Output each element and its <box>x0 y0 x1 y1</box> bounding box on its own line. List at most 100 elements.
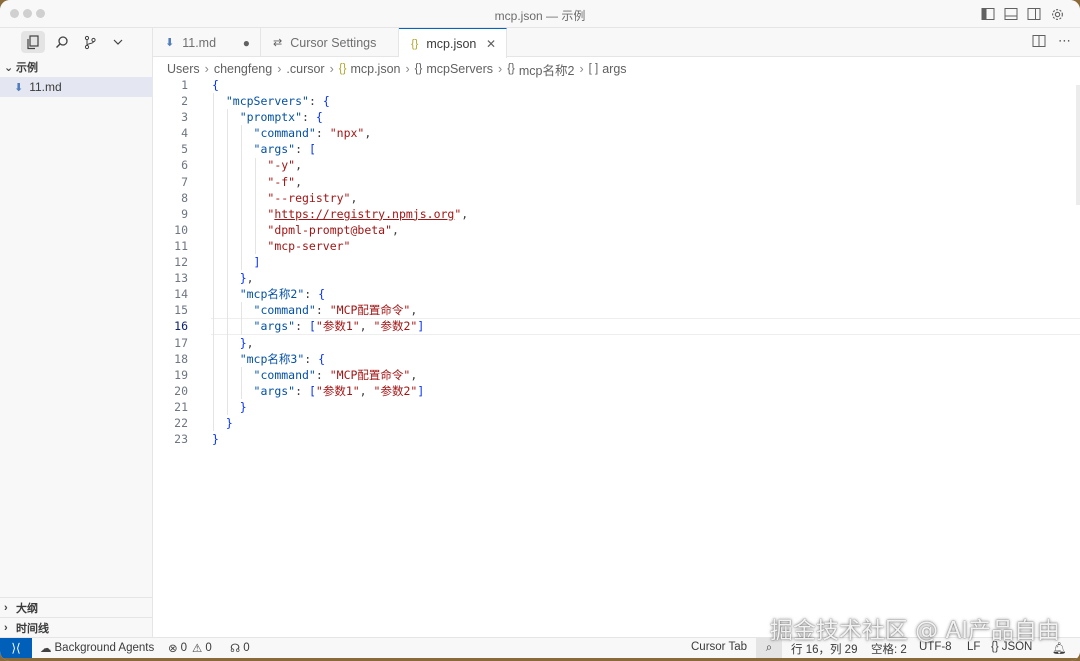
line-text: "https://registry.npmjs.org", <box>267 206 469 221</box>
tab-mcp-json[interactable]: {} mcp.json ✕ <box>399 28 507 58</box>
code-line[interactable]: 23} <box>153 431 1080 447</box>
activity-bar <box>0 28 153 56</box>
tab-label: 11.md <box>182 35 217 50</box>
code-line[interactable]: 5 "args": [ <box>153 141 1080 157</box>
tab-cursor-settings[interactable]: ⇄ Cursor Settings <box>261 28 399 57</box>
object-braces-icon: {} <box>507 63 515 75</box>
line-text: "mcp名称3": { <box>239 351 326 366</box>
code-line[interactable]: 15 "command": "MCP配置命令", <box>153 302 1080 318</box>
chevron-right-icon: › <box>498 62 503 76</box>
more-actions-icon[interactable]: ⋯ <box>1058 33 1072 49</box>
breadcrumb-item[interactable]: chengfeng <box>214 62 272 76</box>
folder-section-header[interactable]: ⌄ 示例 <box>0 58 153 76</box>
code-line[interactable]: 14 "mcp名称2": { <box>153 286 1080 302</box>
line-number: 3 <box>181 110 188 125</box>
code-line[interactable]: 22 } <box>153 415 1080 431</box>
remote-indicator-icon[interactable]: ⟩⟨ <box>0 638 32 658</box>
chevron-down-icon: ⌄ <box>4 61 14 74</box>
file-item-11-md[interactable]: ⬇ 11.md <box>0 77 153 97</box>
search-icon[interactable] <box>50 31 74 53</box>
indent-guide <box>213 93 214 432</box>
code-line[interactable]: 16 "args": ["参数1", "参数2"] <box>153 318 1080 335</box>
line-number: 14 <box>174 287 188 302</box>
line-text: }, <box>239 271 254 286</box>
split-editor-icon[interactable] <box>1032 34 1046 51</box>
error-count: 0 <box>180 642 188 654</box>
timeline-section-header[interactable]: › 时间线 <box>0 619 153 637</box>
tab-label: Cursor Settings <box>290 35 377 50</box>
toggle-panel-icon[interactable] <box>1002 5 1020 23</box>
breadcrumb-item[interactable]: Users <box>167 62 200 76</box>
markdown-icon: ⬇ <box>165 37 175 49</box>
scrollbar[interactable] <box>1076 85 1080 205</box>
code-line[interactable]: 18 "mcp名称3": { <box>153 351 1080 367</box>
code-line[interactable]: 13 }, <box>153 270 1080 286</box>
line-text: "args": ["参数1", "参数2"] <box>253 383 425 398</box>
line-number: 23 <box>174 432 188 447</box>
code-line[interactable]: 21 } <box>153 399 1080 415</box>
breadcrumb-item[interactable]: mcp.json <box>350 62 400 76</box>
code-line[interactable]: 8 "--registry", <box>153 190 1080 206</box>
chevron-right-icon: › <box>579 62 584 76</box>
line-number: 7 <box>181 174 188 189</box>
chevron-right-icon: › <box>4 602 8 614</box>
explorer-icon[interactable] <box>21 31 45 53</box>
line-text: "command": "MCP配置命令", <box>253 367 418 382</box>
code-line[interactable]: 17 }, <box>153 335 1080 351</box>
outline-section-header[interactable]: › 大纲 <box>0 599 153 617</box>
tab-11-md[interactable]: ⬇ 11.md ● <box>153 28 261 57</box>
line-text: } <box>239 399 247 414</box>
gear-icon[interactable] <box>1048 5 1066 23</box>
code-line[interactable]: 1{ <box>153 77 1080 93</box>
code-editor[interactable]: 1{2 "mcpServers": {3 "promptx": {4 "comm… <box>153 77 1080 447</box>
markdown-icon: ⬇ <box>14 81 24 94</box>
breadcrumb-item[interactable]: mcp名称2 <box>519 60 575 79</box>
breadcrumb-item[interactable]: args <box>602 62 626 76</box>
line-number: 4 <box>181 126 188 141</box>
indent-guide <box>226 286 228 351</box>
modified-dot-icon[interactable]: ● <box>243 36 250 50</box>
ports-indicator[interactable]: ☊ 0 <box>230 641 250 655</box>
editor-window: mcp.json — 示例 ⌄ 示例 ⬇ 11.md › 大纲 › 时间线 ⬇ … <box>0 0 1080 661</box>
breadcrumb-item[interactable]: .cursor <box>286 62 324 76</box>
line-number: 17 <box>174 335 188 350</box>
code-line[interactable]: 10 "dpml-prompt@beta", <box>153 222 1080 238</box>
code-line[interactable]: 2 "mcpServers": { <box>153 93 1080 109</box>
code-line[interactable]: 4 "command": "npx", <box>153 125 1080 141</box>
chevron-right-icon: › <box>405 62 410 76</box>
settings-icon: ⇄ <box>273 37 283 49</box>
code-line[interactable]: 9 "https://registry.npmjs.org", <box>153 206 1080 222</box>
line-number: 11 <box>174 238 188 253</box>
close-icon[interactable]: ✕ <box>486 37 496 51</box>
code-line[interactable]: 3 "promptx": { <box>153 109 1080 125</box>
line-text: "mcpServers": { <box>225 94 330 109</box>
divider <box>0 617 153 618</box>
code-line[interactable]: 12 ] <box>153 254 1080 270</box>
cursor-tab-button[interactable]: Cursor Tab <box>691 641 747 653</box>
code-line[interactable]: 6 "-y", <box>153 157 1080 173</box>
code-line[interactable]: 19 "command": "MCP配置命令", <box>153 367 1080 383</box>
tab-bar: ⬇ 11.md ● ⇄ Cursor Settings {} mcp.json … <box>153 28 1080 58</box>
line-number: 12 <box>174 255 188 270</box>
problems-indicator[interactable]: ⊗ 0 ⚠ 0 <box>168 641 212 655</box>
toggle-primary-sidebar-icon[interactable] <box>979 5 997 23</box>
broadcast-icon: ☊ <box>230 643 241 655</box>
line-text: } <box>212 432 219 447</box>
line-number: 18 <box>174 351 188 366</box>
line-number: 15 <box>174 303 188 318</box>
source-control-icon[interactable] <box>78 31 102 53</box>
line-number: 13 <box>174 271 188 286</box>
outline-label: 大纲 <box>16 603 38 615</box>
line-number: 10 <box>174 222 188 237</box>
indent-guide <box>240 125 242 271</box>
toggle-secondary-sidebar-icon[interactable] <box>1025 5 1043 23</box>
breadcrumb-item[interactable]: mcpServers <box>426 62 493 76</box>
line-text: "command": "MCP配置命令", <box>253 303 418 318</box>
code-line[interactable]: 7 "-f", <box>153 174 1080 190</box>
line-number: 21 <box>174 399 188 414</box>
chevron-down-icon[interactable] <box>106 31 130 53</box>
code-line[interactable]: 11 "mcp-server" <box>153 238 1080 254</box>
chevron-right-icon: › <box>204 62 209 76</box>
background-agents-button[interactable]: ☁ Background Agents <box>40 641 154 655</box>
code-line[interactable]: 20 "args": ["参数1", "参数2"] <box>153 383 1080 399</box>
